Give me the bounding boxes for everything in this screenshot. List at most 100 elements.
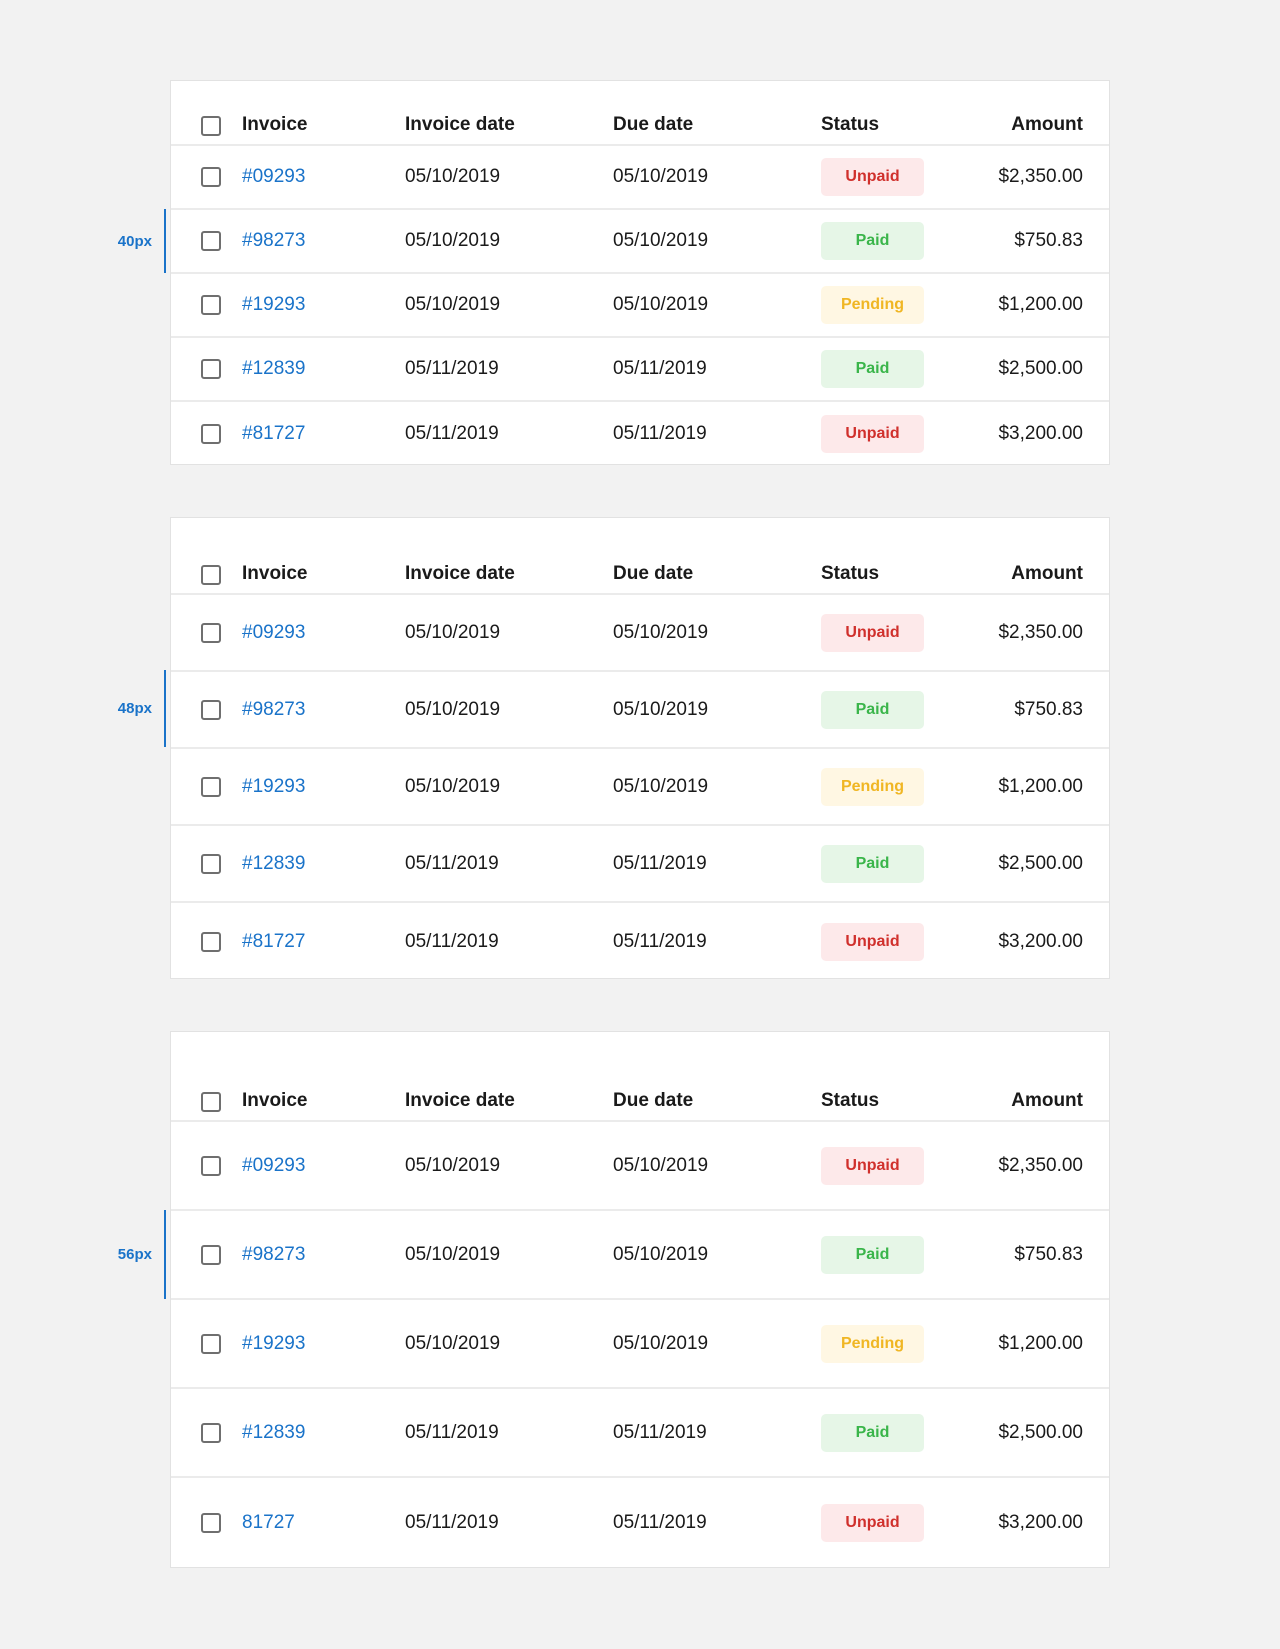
status-badge: Unpaid xyxy=(821,158,924,196)
table-row[interactable]: #19293 05/10/2019 05/10/2019 Pending $1,… xyxy=(171,274,1109,338)
header-invoice[interactable]: Invoice xyxy=(242,114,307,136)
header-status[interactable]: Status xyxy=(821,1090,879,1112)
row-checkbox[interactable] xyxy=(201,1155,221,1176)
table-row[interactable]: #19293 05/10/2019 05/10/2019 Pending $1,… xyxy=(171,1300,1109,1389)
annotation-label: 56px xyxy=(117,1246,152,1263)
table-row[interactable]: #81727 05/11/2019 05/11/2019 Unpaid $3,2… xyxy=(171,402,1109,466)
invoice-date: 05/10/2019 xyxy=(405,698,501,720)
row-checkbox[interactable] xyxy=(201,776,221,797)
status-badge: Pending xyxy=(821,767,924,806)
amount: $750.83 xyxy=(1014,230,1083,251)
header-amount[interactable]: Amount xyxy=(1011,114,1083,136)
header-invoice-date[interactable]: Invoice date xyxy=(405,1090,515,1112)
invoice-link[interactable]: #09293 xyxy=(242,1155,305,1177)
amount: $2,500.00 xyxy=(998,358,1083,379)
invoice-link[interactable]: #98273 xyxy=(242,1244,305,1266)
header-amount[interactable]: Amount xyxy=(1011,563,1083,585)
invoice-link[interactable]: #81727 xyxy=(242,423,305,445)
header-due-date[interactable]: Due date xyxy=(613,114,693,136)
table-row[interactable]: #98273 05/10/2019 05/10/2019 Paid $750.8… xyxy=(171,672,1109,749)
invoice-date: 05/10/2019 xyxy=(405,230,501,251)
select-all-checkbox[interactable] xyxy=(201,1092,221,1112)
invoice-date: 05/10/2019 xyxy=(405,1154,501,1176)
row-checkbox[interactable] xyxy=(201,424,221,444)
row-height-annotation: 40px xyxy=(96,209,166,273)
invoice-link[interactable]: #19293 xyxy=(242,776,305,798)
amount: $2,350.00 xyxy=(998,621,1083,643)
invoice-link[interactable]: #09293 xyxy=(242,166,305,188)
invoice-link[interactable]: #19293 xyxy=(242,294,305,316)
invoice-link[interactable]: #81727 xyxy=(242,931,305,953)
header-invoice[interactable]: Invoice xyxy=(242,563,307,585)
invoice-date: 05/10/2019 xyxy=(405,775,501,797)
invoice-date: 05/11/2019 xyxy=(405,1421,499,1443)
row-checkbox[interactable] xyxy=(201,1333,221,1354)
status-badge: Unpaid xyxy=(821,1503,924,1542)
due-date: 05/10/2019 xyxy=(613,1154,709,1176)
header-invoice[interactable]: Invoice xyxy=(242,1090,307,1112)
row-checkbox[interactable] xyxy=(201,931,221,952)
table-row[interactable]: #12839 05/11/2019 05/11/2019 Paid $2,500… xyxy=(171,826,1109,903)
due-date: 05/11/2019 xyxy=(613,852,707,874)
table-row[interactable]: #09293 05/10/2019 05/10/2019 Unpaid $2,3… xyxy=(171,1122,1109,1211)
invoice-link[interactable]: #12839 xyxy=(242,853,305,875)
row-checkbox[interactable] xyxy=(201,622,221,643)
due-date: 05/11/2019 xyxy=(613,1421,707,1443)
row-checkbox[interactable] xyxy=(201,1422,221,1443)
header-status[interactable]: Status xyxy=(821,563,879,585)
amount: $2,350.00 xyxy=(998,1154,1083,1176)
invoice-link[interactable]: #19293 xyxy=(242,1333,305,1355)
invoice-link[interactable]: #98273 xyxy=(242,230,305,252)
table-row[interactable]: #12839 05/11/2019 05/11/2019 Paid $2,500… xyxy=(171,1389,1109,1478)
due-date: 05/10/2019 xyxy=(613,775,709,797)
row-checkbox[interactable] xyxy=(201,167,221,187)
status-badge: Unpaid xyxy=(821,415,924,453)
amount: $2,350.00 xyxy=(998,166,1083,187)
header-status[interactable]: Status xyxy=(821,114,879,136)
table-row[interactable]: #81727 05/11/2019 05/11/2019 Unpaid $3,2… xyxy=(171,903,1109,980)
row-checkbox[interactable] xyxy=(201,231,221,251)
invoice-table: Invoice Invoice date Due date Status Amo… xyxy=(170,517,1110,979)
header-due-date[interactable]: Due date xyxy=(613,563,693,585)
annotation-label: 48px xyxy=(117,700,152,717)
amount: $1,200.00 xyxy=(998,294,1083,315)
invoice-date: 05/11/2019 xyxy=(405,1511,499,1533)
row-checkbox[interactable] xyxy=(201,359,221,379)
table-row[interactable]: #19293 05/10/2019 05/10/2019 Pending $1,… xyxy=(171,749,1109,826)
invoice-date: 05/11/2019 xyxy=(405,852,499,874)
table-row[interactable]: 81727 05/11/2019 05/11/2019 Unpaid $3,20… xyxy=(171,1478,1109,1567)
row-checkbox[interactable] xyxy=(201,1512,221,1533)
select-all-checkbox[interactable] xyxy=(201,565,221,585)
annotation-line xyxy=(164,209,166,273)
due-date: 05/11/2019 xyxy=(613,358,707,379)
due-date: 05/10/2019 xyxy=(613,1332,709,1354)
row-checkbox[interactable] xyxy=(201,853,221,874)
annotation-label: 40px xyxy=(117,232,152,250)
table-row[interactable]: #98273 05/10/2019 05/10/2019 Paid $750.8… xyxy=(171,1211,1109,1300)
invoice-link[interactable]: #12839 xyxy=(242,358,305,380)
row-checkbox[interactable] xyxy=(201,1244,221,1265)
amount: $3,200.00 xyxy=(998,930,1083,952)
header-invoice-date[interactable]: Invoice date xyxy=(405,114,515,136)
select-all-checkbox[interactable] xyxy=(201,116,221,136)
table-row[interactable]: #98273 05/10/2019 05/10/2019 Paid $750.8… xyxy=(171,210,1109,274)
status-badge: Pending xyxy=(821,1324,924,1363)
row-checkbox[interactable] xyxy=(201,295,221,315)
invoice-link[interactable]: #12839 xyxy=(242,1422,305,1444)
header-amount[interactable]: Amount xyxy=(1011,1090,1083,1112)
invoice-date: 05/11/2019 xyxy=(405,930,499,952)
invoice-link[interactable]: #09293 xyxy=(242,622,305,644)
row-checkbox[interactable] xyxy=(201,699,221,720)
invoice-date: 05/10/2019 xyxy=(405,1332,501,1354)
table-row[interactable]: #09293 05/10/2019 05/10/2019 Unpaid $2,3… xyxy=(171,595,1109,672)
status-badge: Paid xyxy=(821,222,924,260)
invoice-link[interactable]: #98273 xyxy=(242,699,305,721)
invoice-date: 05/10/2019 xyxy=(405,1243,501,1265)
due-date: 05/11/2019 xyxy=(613,423,707,444)
table-row[interactable]: #12839 05/11/2019 05/11/2019 Paid $2,500… xyxy=(171,338,1109,402)
header-invoice-date[interactable]: Invoice date xyxy=(405,563,515,585)
amount: $1,200.00 xyxy=(998,1332,1083,1354)
table-row[interactable]: #09293 05/10/2019 05/10/2019 Unpaid $2,3… xyxy=(171,146,1109,210)
invoice-link[interactable]: 81727 xyxy=(242,1512,295,1534)
header-due-date[interactable]: Due date xyxy=(613,1090,693,1112)
